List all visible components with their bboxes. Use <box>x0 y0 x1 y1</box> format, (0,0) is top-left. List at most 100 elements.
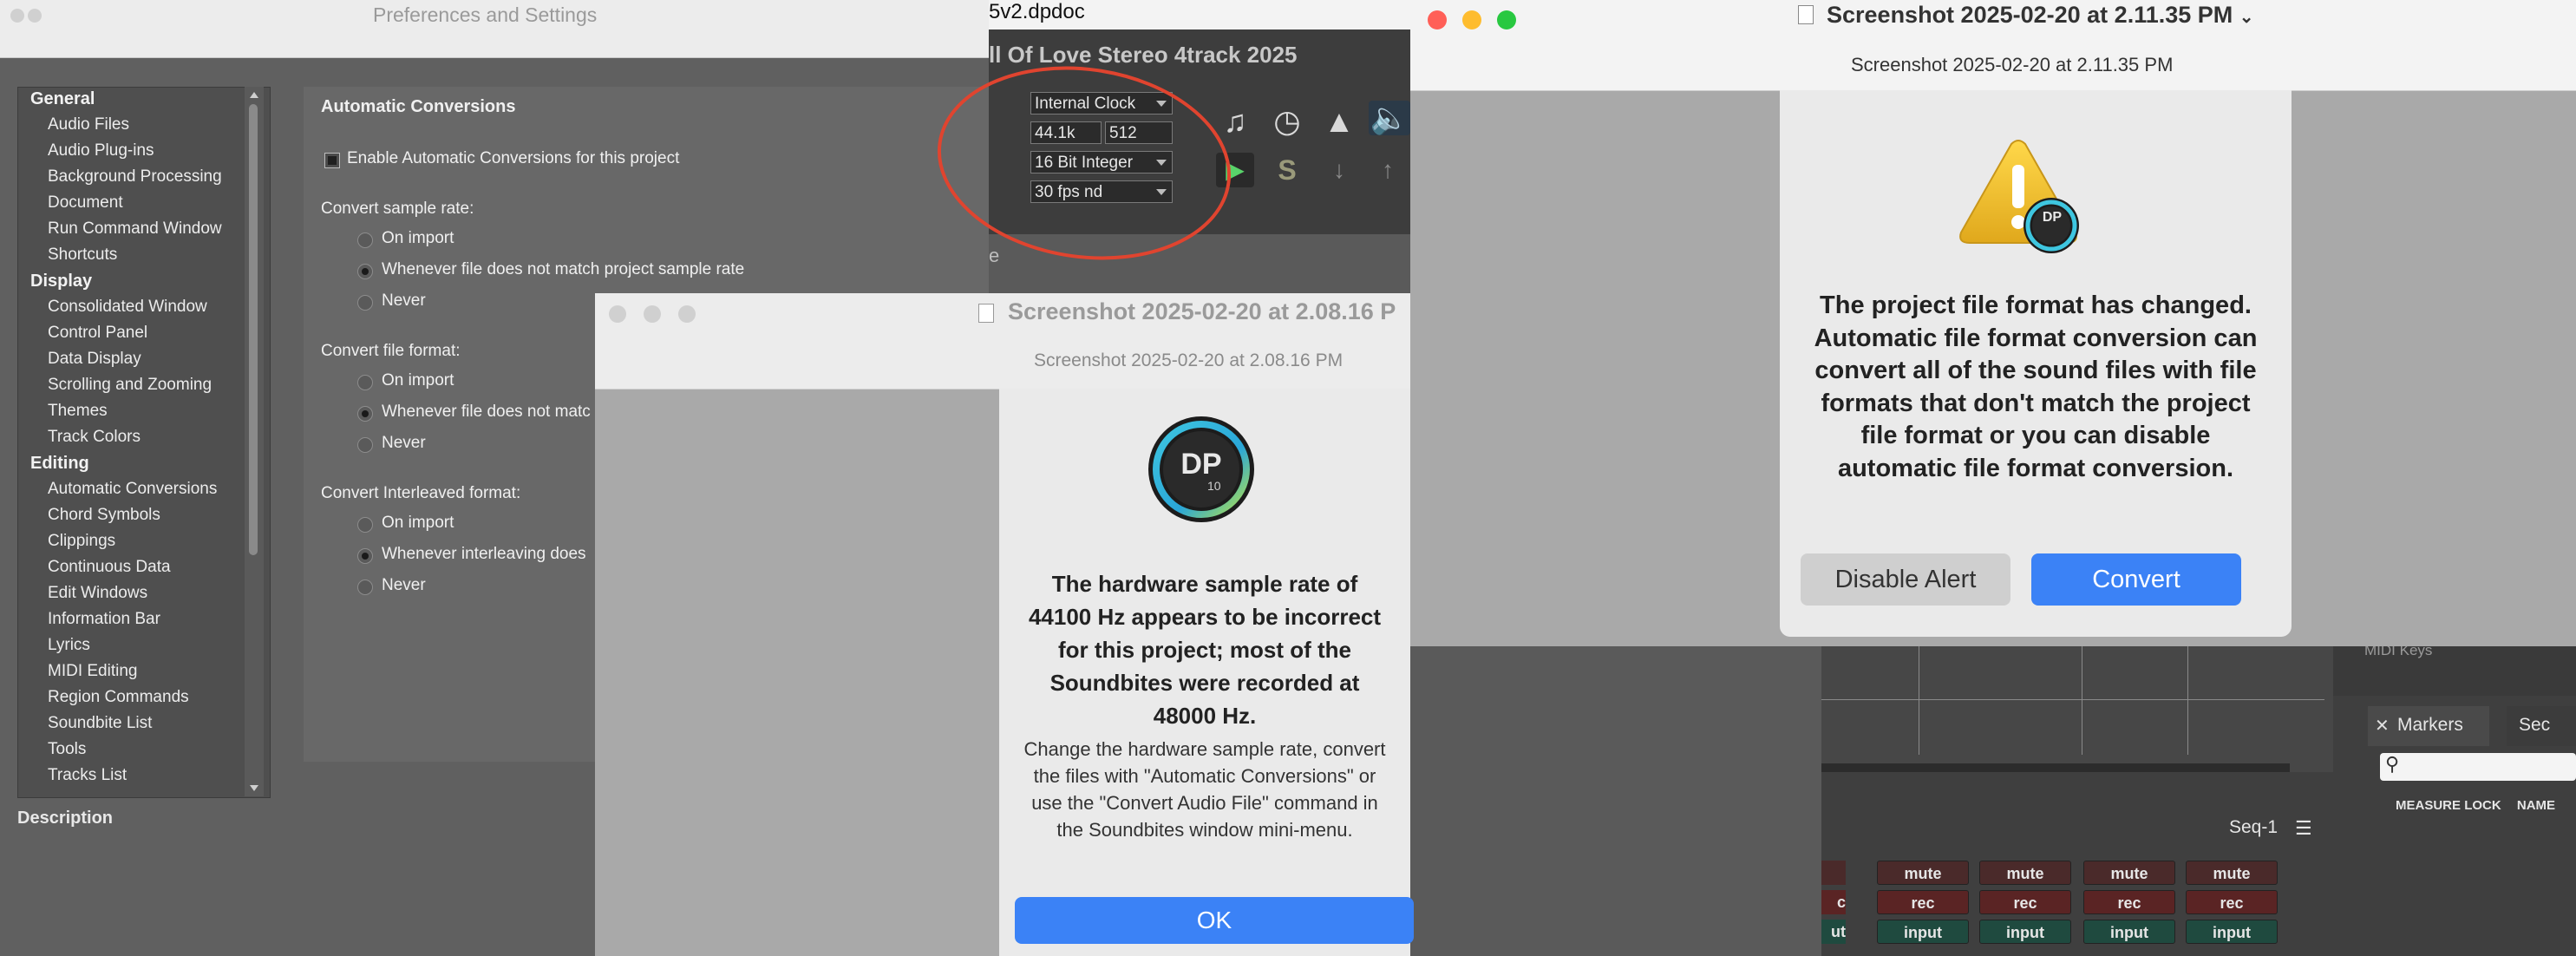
prefs-title: Preferences and Settings <box>373 3 598 26</box>
annotation-ellipse <box>937 66 1232 260</box>
interleaved-option: Whenever interleaving does <box>382 545 586 563</box>
category-item[interactable]: Chord Symbols <box>48 506 160 525</box>
convert-button[interactable]: Convert <box>2031 553 2241 606</box>
input-button[interactable]: input <box>2083 920 2175 944</box>
alert1-dialog: DP 10 The hardware sample rate of 44100 … <box>999 389 1414 956</box>
sample-rate-radio-on-import[interactable] <box>357 232 373 248</box>
alert2-window-title[interactable]: Screenshot 2025-02-20 at 2.11.35 PM ⌄ <box>1827 2 2254 29</box>
category-item[interactable]: Control Panel <box>48 324 147 343</box>
input-button-partial[interactable]: ut <box>1821 920 1846 944</box>
disable-alert-button[interactable]: Disable Alert <box>1801 553 2010 606</box>
mute-button[interactable]: mute <box>2083 861 2175 885</box>
close-icon[interactable]: ✕ <box>2375 715 2390 737</box>
rec-button[interactable]: rec <box>1979 890 2071 914</box>
category-item[interactable]: Audio Files <box>48 115 129 134</box>
category-item[interactable]: Data Display <box>48 350 141 369</box>
scroll-up-icon[interactable] <box>250 92 258 98</box>
category-item[interactable]: Information Bar <box>48 610 160 629</box>
input-button[interactable]: input <box>1877 920 1969 944</box>
close-button[interactable] <box>10 9 24 23</box>
category-item[interactable]: Scrolling and Zooming <box>48 376 212 395</box>
alert2-message: The project file format has changed. Aut… <box>1814 291 2258 482</box>
category-item[interactable]: Edit Windows <box>48 584 147 603</box>
punch-in-icon[interactable]: ↓ <box>1320 153 1358 187</box>
mute-button[interactable]: mute <box>1979 861 2071 885</box>
alert1-titlebar: Screenshot 2025-02-20 at 2.08.16 P Scree… <box>595 293 1410 390</box>
dp-logo-number: 10 <box>1207 479 1221 493</box>
col-measure[interactable]: MEASURE <box>2396 798 2461 813</box>
zoom-button[interactable] <box>1497 10 1516 29</box>
file-format-radio-whenever[interactable] <box>357 406 373 422</box>
seq-label: Seq-1 <box>2229 817 2279 837</box>
category-item[interactable]: Soundbite List <box>48 714 152 733</box>
punch-out-icon[interactable]: ↑ <box>1369 153 1407 187</box>
chevron-down-icon[interactable]: ⌄ <box>2239 8 2254 27</box>
sec-tab[interactable]: Sec <box>2507 706 2576 746</box>
category-list: General Audio Files Audio Plug-ins Backgrou… <box>17 87 271 798</box>
minimize-button[interactable] <box>1462 10 1481 29</box>
category-item[interactable]: Themes <box>48 402 108 421</box>
file-format-label: Convert file format: <box>321 342 461 360</box>
alert1-window-title: Screenshot 2025-02-20 at 2.08.16 P <box>1008 298 1396 324</box>
rec-button[interactable]: rec <box>1877 890 1969 914</box>
ok-button[interactable]: OK <box>1015 897 1414 944</box>
category-item[interactable]: Document <box>48 193 123 213</box>
category-scrollbar[interactable] <box>245 87 264 796</box>
category-item[interactable]: Consolidated Window <box>48 298 207 317</box>
category-item[interactable]: Clippings <box>48 532 115 551</box>
mute-button[interactable]: mute <box>2186 861 2278 885</box>
rec-button-partial[interactable]: c <box>1821 890 1846 914</box>
zoom-button[interactable] <box>678 305 696 323</box>
category-item[interactable]: Run Command Window <box>48 219 222 239</box>
category-item[interactable]: Shortcuts <box>48 246 117 265</box>
mute-button[interactable]: mute <box>1877 861 1969 885</box>
sample-rate-radio-whenever[interactable] <box>357 264 373 279</box>
minimize-button[interactable] <box>28 9 42 23</box>
category-item[interactable]: MIDI Editing <box>48 662 137 681</box>
markers-tab-label: Markers <box>2397 715 2463 735</box>
rec-button[interactable]: rec <box>2186 890 2278 914</box>
file-format-radio-never[interactable] <box>357 437 373 453</box>
minimize-button[interactable] <box>644 305 661 323</box>
rec-button[interactable]: rec <box>2083 890 2175 914</box>
scroll-thumb[interactable] <box>249 104 258 555</box>
enable-conversions-label: Enable Automatic Conversions for this pr… <box>347 149 680 167</box>
mute-button-partial[interactable] <box>1821 861 1846 885</box>
category-item[interactable]: Tools <box>48 740 86 759</box>
category-item[interactable]: Lyrics <box>48 636 90 655</box>
input-button[interactable]: input <box>1979 920 2071 944</box>
solo-icon[interactable]: S <box>1268 153 1306 187</box>
document-icon <box>1798 5 1814 24</box>
menu-icon[interactable]: ☰ <box>2295 817 2312 840</box>
category-item[interactable]: Background Processing <box>48 167 222 187</box>
col-name[interactable]: NAME <box>2517 798 2555 813</box>
category-item[interactable]: Track Colors <box>48 428 141 447</box>
markers-search-input[interactable]: ⚲ <box>2380 753 2576 781</box>
category-item[interactable]: Continuous Data <box>48 558 171 577</box>
enable-conversions-checkbox[interactable] <box>324 153 340 168</box>
clock-icon[interactable]: ◷ <box>1268 104 1306 139</box>
file-format-radio-on-import[interactable] <box>357 375 373 390</box>
close-button[interactable] <box>1428 10 1447 29</box>
sample-rate-radio-never[interactable] <box>357 295 373 311</box>
alert1-detail: Change the hardware sample rate, convert… <box>1023 738 1386 841</box>
speaker-icon[interactable]: 🔈 <box>1369 101 1410 135</box>
horizontal-scrollbar[interactable] <box>1821 763 2290 772</box>
seq-select[interactable]: Seq-1 ☰ <box>2212 814 2333 845</box>
interleaved-radio-whenever[interactable] <box>357 548 373 564</box>
midi-keys-bar: MIDI Keys <box>2333 642 2576 696</box>
alert1-subtitle: Screenshot 2025-02-20 at 2.08.16 PM <box>1034 350 1344 370</box>
category-item[interactable]: Tracks List <box>48 766 127 785</box>
category-item[interactable]: Automatic Conversions <box>48 480 217 499</box>
markers-tab[interactable]: ✕ Markers <box>2368 706 2489 746</box>
col-lock[interactable]: LOCK <box>2464 798 2501 813</box>
category-item[interactable]: Audio Plug-ins <box>48 141 154 160</box>
dp-badge-text: DP <box>2042 210 2063 225</box>
category-item[interactable]: Region Commands <box>48 688 189 707</box>
conductor-icon[interactable]: ▲ <box>1320 104 1358 139</box>
input-button[interactable]: input <box>2186 920 2278 944</box>
interleaved-radio-never[interactable] <box>357 579 373 595</box>
close-button[interactable] <box>609 305 626 323</box>
interleaved-radio-on-import[interactable] <box>357 517 373 533</box>
scroll-down-icon[interactable] <box>250 785 258 791</box>
